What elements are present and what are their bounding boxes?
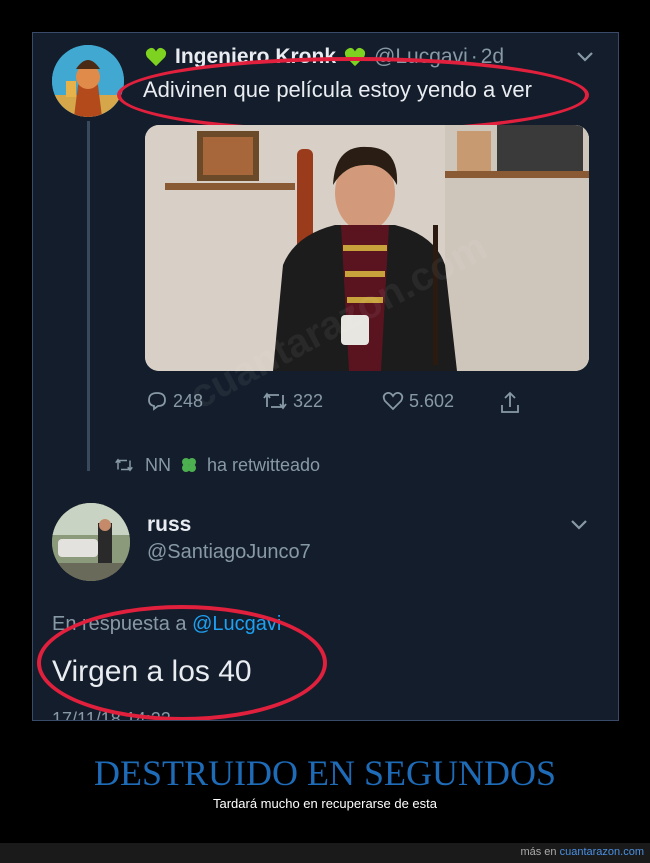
handle[interactable]: @Lucgavi bbox=[374, 45, 468, 69]
reply-text: Virgen a los 40 bbox=[52, 655, 252, 688]
chevron-down-icon[interactable] bbox=[573, 47, 597, 67]
russ-avatar-image bbox=[52, 503, 130, 581]
thread-line bbox=[87, 121, 90, 471]
retweet-count: 322 bbox=[293, 390, 324, 411]
share-icon[interactable] bbox=[497, 389, 523, 417]
footer-link[interactable]: cuantarazon.com bbox=[560, 846, 644, 858]
retweet-action[interactable]: 322 bbox=[261, 389, 323, 413]
like-action[interactable]: 5.602 bbox=[381, 389, 454, 413]
retweeter-name[interactable]: NN bbox=[145, 455, 171, 476]
reply-display-name[interactable]: russ bbox=[147, 513, 191, 537]
heart-emoji-icon bbox=[145, 47, 167, 67]
kronk-avatar-image bbox=[52, 45, 124, 117]
heart-emoji-icon bbox=[344, 47, 366, 67]
reply-handle[interactable]: @SantiagoJunco7 bbox=[147, 541, 311, 564]
footer: más en cuantarazon.com bbox=[520, 846, 644, 858]
in-reply-to: En respuesta a @Lucgavi bbox=[52, 613, 281, 636]
like-icon bbox=[381, 389, 405, 413]
footer-prefix: más en bbox=[520, 846, 557, 858]
display-name[interactable]: Ingeniero Kronk bbox=[175, 45, 336, 69]
tweet-text: Adivinen que película estoy yendo a ver bbox=[143, 77, 532, 102]
russ-avatar[interactable] bbox=[52, 503, 130, 581]
caption-subtitle: Tardará mucho en recuperarse de esta bbox=[212, 796, 437, 811]
reply-timestamp: 17/11/18 14:22 bbox=[52, 709, 171, 721]
caption-title: DESTRUIDO EN SEGUNDOS bbox=[93, 753, 556, 793]
retweet-label: ha retwitteado bbox=[207, 454, 321, 475]
tweet-time[interactable]: 2d bbox=[481, 45, 504, 69]
like-count: 5.602 bbox=[409, 390, 455, 411]
chevron-down-icon[interactable] bbox=[567, 515, 591, 535]
retweet-icon bbox=[261, 389, 289, 413]
retweet-icon bbox=[113, 456, 135, 474]
in-reply-prefix: En respuesta a bbox=[52, 613, 187, 635]
reply-icon bbox=[145, 389, 169, 413]
clover-icon bbox=[179, 455, 199, 475]
tweet-screenshot: Ingeniero Kronk @Lucgavi · 2d Adivinen q… bbox=[32, 32, 619, 721]
retweet-notice: NN ha retwitteado bbox=[113, 453, 320, 477]
separator: · bbox=[470, 45, 478, 68]
tweet-photo[interactable] bbox=[145, 125, 589, 371]
tweet-header: Ingeniero Kronk @Lucgavi · 2d bbox=[145, 43, 565, 71]
harry-potter-costume-photo bbox=[145, 125, 589, 371]
in-reply-handle[interactable]: @Lucgavi bbox=[192, 613, 281, 635]
kronk-avatar[interactable] bbox=[52, 45, 124, 117]
